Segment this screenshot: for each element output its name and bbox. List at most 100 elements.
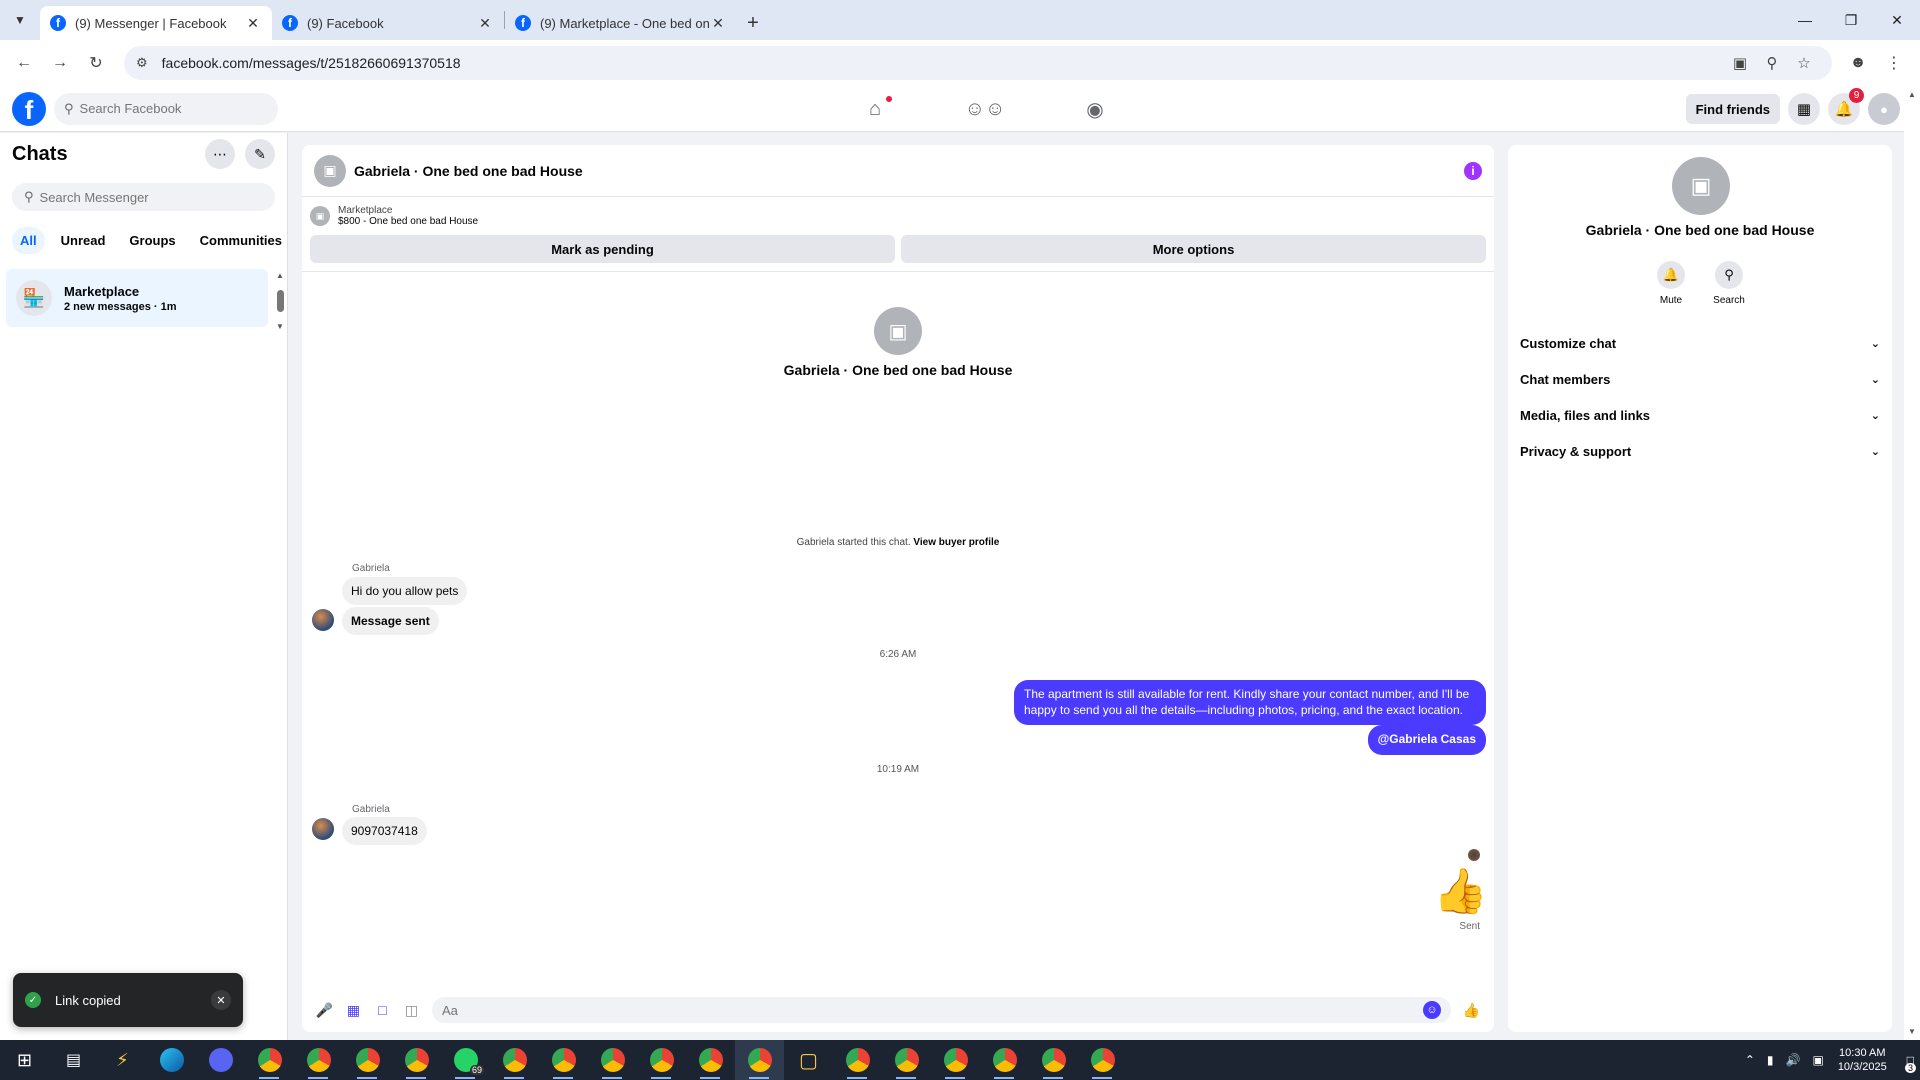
emoji-icon[interactable]: ☺ <box>1423 1001 1441 1019</box>
info-icon[interactable]: i <box>1464 161 1482 180</box>
windows-start-icon[interactable]: ⊞ <box>0 1040 49 1080</box>
chrome-profile-icon[interactable] <box>637 1040 686 1080</box>
scroll-up-icon[interactable]: ▲ <box>1908 90 1916 99</box>
message-input-box[interactable]: ☺ <box>432 997 1451 1023</box>
intro-avatar[interactable]: ▣ <box>874 307 922 355</box>
scroll-up-icon[interactable]: ▲ <box>276 271 284 280</box>
notification-center-icon[interactable]: □ 3 <box>1904 1053 1916 1073</box>
browser-menu-icon[interactable]: ⋮ <box>1876 53 1912 73</box>
bell-icon[interactable]: 🔔 <box>1657 261 1685 289</box>
tab-marketplace[interactable]: f (9) Marketplace - One bed one ✕ <box>505 6 737 40</box>
new-message-icon[interactable]: ✎ <box>245 139 275 169</box>
network-icon[interactable]: ▣ <box>1812 1053 1823 1067</box>
file-explorer-icon[interactable]: ▢ <box>784 1040 833 1080</box>
close-toast-icon[interactable]: ✕ <box>211 990 231 1010</box>
battery-icon[interactable]: ▮ <box>1767 1053 1774 1067</box>
scroll-down-icon[interactable]: ▼ <box>276 322 284 331</box>
search-icon[interactable]: ⚲ <box>1715 261 1743 289</box>
back-arrow-icon[interactable]: ← <box>8 47 40 79</box>
power-automate-icon[interactable]: ⚡ <box>98 1040 147 1080</box>
view-buyer-profile-link[interactable]: View buyer profile <box>913 537 999 548</box>
chat-list-scrollbar[interactable]: ▲ ▼ <box>274 271 286 331</box>
tab-facebook[interactable]: f (9) Facebook ✕ <box>272 6 504 40</box>
chevron-up-icon[interactable]: ⌃ <box>1745 1053 1755 1067</box>
zoom-icon[interactable]: ⚲ <box>1756 54 1788 72</box>
outgoing-mention[interactable]: @Gabriela Casas <box>1367 725 1486 755</box>
clock[interactable]: 10:30 AM 10/3/2025 <box>1838 1046 1887 1075</box>
chrome-profile-icon[interactable] <box>343 1040 392 1080</box>
tab-search-chevron-icon[interactable]: ▼ <box>0 0 40 40</box>
close-tab-icon[interactable]: ✕ <box>476 15 494 32</box>
messenger-search-input[interactable] <box>39 189 260 205</box>
facebook-logo-icon[interactable]: f <box>12 91 46 126</box>
chrome-profile-icon[interactable] <box>882 1040 931 1080</box>
chrome-profile-icon[interactable] <box>1029 1040 1078 1080</box>
friends-icon[interactable]: ☺☺ <box>930 86 1040 132</box>
sender-avatar[interactable] <box>312 609 334 631</box>
photo-icon[interactable]: ▦ <box>339 1002 368 1019</box>
info-avatar[interactable]: ▣ <box>1672 157 1730 215</box>
section-customize-chat[interactable]: Customize chat ⌄ <box>1508 325 1892 361</box>
reload-icon[interactable]: ↻ <box>80 47 112 79</box>
chrome-profile-icon[interactable] <box>735 1040 784 1080</box>
account-avatar[interactable]: ● <box>1868 93 1900 125</box>
filter-all[interactable]: All <box>12 227 45 254</box>
edge-browser-icon[interactable] <box>147 1040 196 1080</box>
chrome-profile-icon[interactable] <box>392 1040 441 1080</box>
page-scrollbar[interactable]: ▲ ▼ <box>1904 86 1920 1040</box>
mute-action[interactable]: 🔔 Mute <box>1655 261 1687 306</box>
outgoing-message[interactable]: The apartment is still available for ren… <box>1014 680 1486 726</box>
chrome-profile-icon[interactable] <box>931 1040 980 1080</box>
like-icon[interactable]: 👍 <box>1457 1002 1486 1019</box>
filter-unread[interactable]: Unread <box>53 227 114 254</box>
chrome-profile-icon[interactable] <box>1078 1040 1127 1080</box>
bookmark-star-icon[interactable]: ☆ <box>1788 54 1820 72</box>
chrome-icon[interactable] <box>245 1040 294 1080</box>
conversation-title[interactable]: Gabriela · One bed one bad House <box>354 163 1464 179</box>
filter-groups[interactable]: Groups <box>121 227 183 254</box>
sticker-icon[interactable]: □ <box>368 1002 397 1018</box>
install-app-icon[interactable]: ▣ <box>1724 54 1756 72</box>
profile-icon[interactable]: ☻ <box>1840 54 1876 72</box>
notifications-bell-icon[interactable]: 🔔 9 <box>1828 88 1864 125</box>
incoming-message[interactable]: Message sent <box>342 607 439 635</box>
chrome-profile-icon[interactable] <box>686 1040 735 1080</box>
facebook-search[interactable]: ⚲ <box>54 92 278 125</box>
incoming-message[interactable]: Hi do you allow pets <box>342 577 468 605</box>
messenger-search[interactable]: ⚲ <box>12 183 275 211</box>
close-tab-icon[interactable]: ✕ <box>709 15 727 32</box>
restore-icon[interactable]: ❐ <box>1828 0 1874 40</box>
chrome-profile-icon[interactable] <box>588 1040 637 1080</box>
gif-icon[interactable]: ◫ <box>397 1002 426 1019</box>
microphone-icon[interactable]: 🎤 <box>310 1002 339 1019</box>
sender-avatar[interactable] <box>312 818 334 840</box>
home-icon[interactable]: ⌂ <box>820 86 930 132</box>
marketplace-listing-row[interactable]: ▣ Marketplace $800 - One bed one bad Hou… <box>302 197 1494 235</box>
search-action[interactable]: ⚲ Search <box>1713 261 1745 306</box>
groups-icon[interactable]: ◉ <box>1040 86 1150 132</box>
chrome-profile-icon[interactable] <box>833 1040 882 1080</box>
url-text[interactable]: facebook.com/messages/t/2518266069137051… <box>162 55 1724 71</box>
discord-icon[interactable] <box>196 1040 245 1080</box>
task-view-icon[interactable]: ▤ <box>49 1040 98 1080</box>
menu-grid-icon[interactable]: ▦ <box>1788 93 1820 125</box>
close-tab-icon[interactable]: ✕ <box>244 15 262 32</box>
tab-messenger[interactable]: f (9) Messenger | Facebook ✕ <box>40 6 272 40</box>
chrome-profile-icon[interactable] <box>539 1040 588 1080</box>
chrome-profile-icon[interactable] <box>980 1040 1029 1080</box>
omnibox[interactable]: ⚙ facebook.com/messages/t/25182660691370… <box>124 46 1832 80</box>
find-friends-button[interactable]: Find friends <box>1685 94 1780 124</box>
forward-arrow-icon[interactable]: → <box>44 47 76 79</box>
listing-thumbnail[interactable]: ▣ <box>314 154 346 187</box>
minimize-icon[interactable]: — <box>1782 0 1828 40</box>
mark-as-pending-button[interactable]: Mark as pending <box>310 235 895 263</box>
new-tab-plus-icon[interactable]: + <box>737 6 769 40</box>
section-media-files-links[interactable]: Media, files and links ⌄ <box>1508 397 1892 433</box>
facebook-search-input[interactable] <box>79 101 260 116</box>
whatsapp-icon[interactable]: 69 <box>441 1040 490 1080</box>
message-input[interactable] <box>442 1002 1423 1018</box>
more-options-button[interactable]: More options <box>901 235 1486 263</box>
section-privacy-support[interactable]: Privacy & support ⌄ <box>1508 433 1892 469</box>
scroll-down-icon[interactable]: ▼ <box>1908 1027 1916 1036</box>
chrome-icon[interactable] <box>294 1040 343 1080</box>
